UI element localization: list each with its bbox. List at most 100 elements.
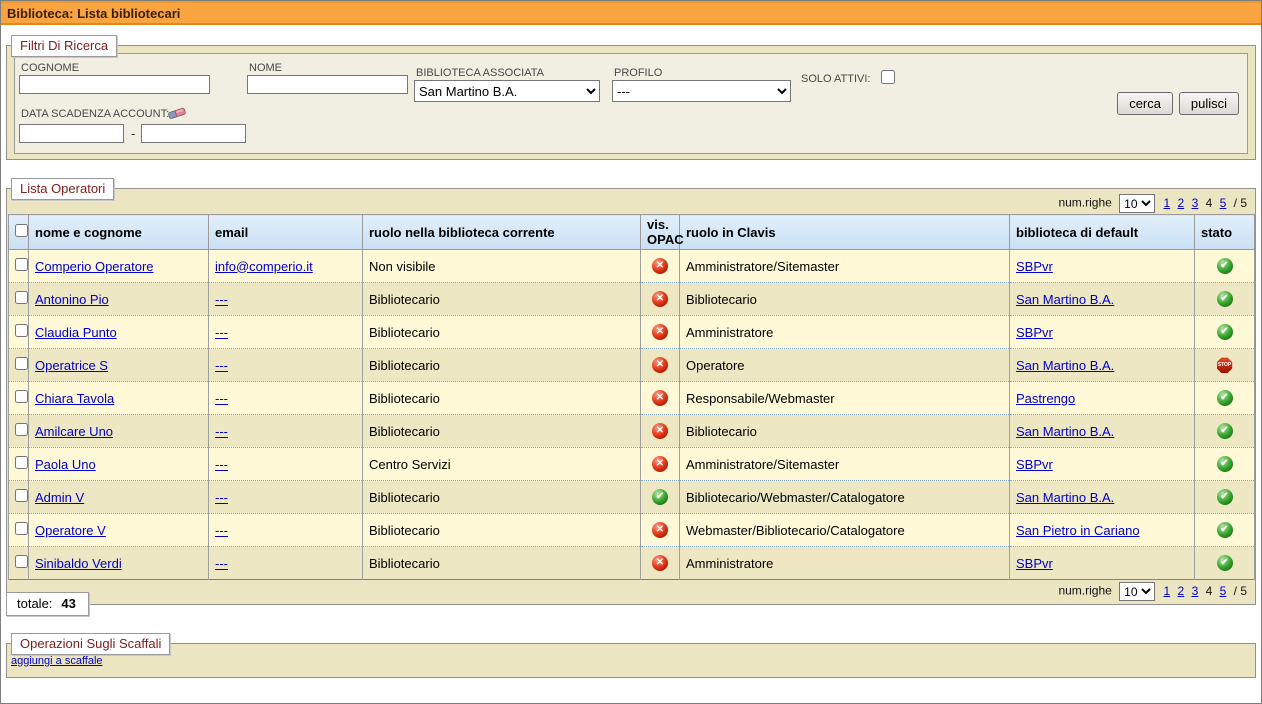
- default-library-link[interactable]: San Martino B.A.: [1016, 292, 1114, 307]
- operator-name-link[interactable]: Operatrice S: [35, 358, 108, 373]
- default-library-link[interactable]: San Martino B.A.: [1016, 490, 1114, 505]
- operator-name-link[interactable]: Comperio Operatore: [35, 259, 154, 274]
- operator-name-link[interactable]: Claudia Punto: [35, 325, 117, 340]
- operator-name-link[interactable]: Operatore V: [35, 523, 106, 538]
- operator-email-link[interactable]: ---: [215, 325, 228, 340]
- operator-email-link[interactable]: ---: [215, 523, 228, 538]
- page-link-3[interactable]: 3: [1192, 196, 1199, 210]
- table-row: Sinibaldo Verdi --- Bibliotecario Ammini…: [9, 547, 1255, 580]
- biblioteca-associata-select[interactable]: San Martino B.A.: [414, 80, 600, 102]
- role-clavis-cell: Bibliotecario: [680, 415, 1010, 448]
- default-library-link[interactable]: Pastrengo: [1016, 391, 1075, 406]
- x-circle-icon: [652, 357, 668, 373]
- check-circle-icon: [1217, 522, 1233, 538]
- totale-value: 43: [61, 596, 75, 611]
- role-current-cell: Bibliotecario: [363, 316, 641, 349]
- page-link-3[interactable]: 3: [1192, 584, 1199, 598]
- page-link-5[interactable]: 5: [1220, 196, 1227, 210]
- row-checkbox[interactable]: [15, 489, 28, 502]
- solo-attivi-checkbox[interactable]: [881, 70, 895, 84]
- page-link-2[interactable]: 2: [1178, 196, 1185, 210]
- data-scadenza-label: DATA SCADENZA ACCOUNT:: [21, 108, 169, 120]
- col-ruolo-corrente: ruolo nella biblioteca corrente: [363, 215, 641, 250]
- default-library-link[interactable]: San Martino B.A.: [1016, 424, 1114, 439]
- check-circle-icon: [1217, 555, 1233, 571]
- row-checkbox[interactable]: [15, 456, 28, 469]
- row-checkbox[interactable]: [15, 522, 28, 535]
- row-checkbox[interactable]: [15, 555, 28, 568]
- operator-email-link[interactable]: ---: [215, 490, 228, 505]
- page-link-1[interactable]: 1: [1164, 584, 1171, 598]
- solo-attivi-label: SOLO ATTIVI:: [801, 73, 870, 85]
- num-righe-select[interactable]: 10: [1119, 582, 1155, 601]
- operator-email-link[interactable]: ---: [215, 424, 228, 439]
- col-stato: stato: [1195, 215, 1255, 250]
- totale-box: totale:43: [6, 592, 89, 616]
- profilo-select[interactable]: ---: [612, 80, 791, 102]
- operator-name-link[interactable]: Chiara Tavola: [35, 391, 114, 406]
- data-scadenza-from-input[interactable]: [19, 124, 124, 143]
- select-all-checkbox[interactable]: [15, 224, 28, 237]
- operator-name-link[interactable]: Antonino Pio: [35, 292, 109, 307]
- operator-email-link[interactable]: ---: [215, 292, 228, 307]
- default-library-link[interactable]: San Martino B.A.: [1016, 358, 1114, 373]
- nome-input[interactable]: [247, 75, 408, 94]
- page-link-1[interactable]: 1: [1164, 196, 1171, 210]
- role-current-cell: Bibliotecario: [363, 283, 641, 316]
- row-checkbox[interactable]: [15, 423, 28, 436]
- date-range-separator: -: [131, 126, 135, 141]
- default-library-link[interactable]: SBPvr: [1016, 556, 1053, 571]
- operator-email-link[interactable]: ---: [215, 556, 228, 571]
- num-righe-select[interactable]: 10: [1119, 194, 1155, 213]
- check-circle-icon: [1217, 423, 1233, 439]
- cognome-input[interactable]: [19, 75, 210, 94]
- default-library-link[interactable]: SBPvr: [1016, 325, 1053, 340]
- row-checkbox[interactable]: [15, 324, 28, 337]
- cerca-button[interactable]: cerca: [1117, 92, 1173, 115]
- check-circle-icon: [1217, 489, 1233, 505]
- check-circle-icon: [1217, 258, 1233, 274]
- col-ruolo-clavis: ruolo in Clavis: [680, 215, 1010, 250]
- operator-name-link[interactable]: Paola Uno: [35, 457, 96, 472]
- row-checkbox[interactable]: [15, 357, 28, 370]
- role-current-cell: Non visibile: [363, 250, 641, 283]
- default-library-link[interactable]: SBPvr: [1016, 259, 1053, 274]
- row-checkbox[interactable]: [15, 390, 28, 403]
- x-circle-icon: [652, 423, 668, 439]
- default-library-link[interactable]: San Pietro in Cariano: [1016, 523, 1140, 538]
- operator-email-link[interactable]: ---: [215, 391, 228, 406]
- row-checkbox[interactable]: [15, 291, 28, 304]
- operator-name-link[interactable]: Admin V: [35, 490, 84, 505]
- x-circle-icon: [652, 291, 668, 307]
- operator-name-link[interactable]: Sinibaldo Verdi: [35, 556, 122, 571]
- operators-legend: Lista Operatori: [11, 178, 114, 200]
- role-clavis-cell: Amministratore: [680, 316, 1010, 349]
- page-link-5[interactable]: 5: [1220, 584, 1227, 598]
- table-row: Paola Uno --- Centro Servizi Amministrat…: [9, 448, 1255, 481]
- table-row: Antonino Pio --- Bibliotecario Bibliotec…: [9, 283, 1255, 316]
- role-current-cell: Centro Servizi: [363, 448, 641, 481]
- table-row: Admin V --- Bibliotecario Bibliotecario/…: [9, 481, 1255, 514]
- check-circle-icon: [652, 489, 668, 505]
- data-scadenza-to-input[interactable]: [141, 124, 246, 143]
- operator-email-link[interactable]: ---: [215, 457, 228, 472]
- filters-form: COGNOME NOME BIBLIOTECA ASSOCIATA San Ma…: [14, 53, 1248, 154]
- operator-name-link[interactable]: Amilcare Uno: [35, 424, 113, 439]
- col-nome-cognome: nome e cognome: [29, 215, 209, 250]
- role-current-cell: Bibliotecario: [363, 349, 641, 382]
- operator-email-link[interactable]: ---: [215, 358, 228, 373]
- default-library-link[interactable]: SBPvr: [1016, 457, 1053, 472]
- num-righe-label: num.righe: [1058, 584, 1111, 598]
- eraser-icon[interactable]: [168, 105, 186, 119]
- page-total: / 5: [1234, 584, 1247, 598]
- table-row: Amilcare Uno --- Bibliotecario Bibliotec…: [9, 415, 1255, 448]
- row-checkbox[interactable]: [15, 258, 28, 271]
- check-circle-icon: [1217, 390, 1233, 406]
- role-clavis-cell: Amministratore/Sitemaster: [680, 250, 1010, 283]
- role-current-cell: Bibliotecario: [363, 481, 641, 514]
- operator-email-link[interactable]: info@comperio.it: [215, 259, 313, 274]
- nome-label: NOME: [249, 62, 282, 74]
- pulisci-button[interactable]: pulisci: [1179, 92, 1239, 115]
- page-link-2[interactable]: 2: [1178, 584, 1185, 598]
- aggiungi-a-scaffale-link[interactable]: aggiungi a scaffale: [11, 655, 103, 667]
